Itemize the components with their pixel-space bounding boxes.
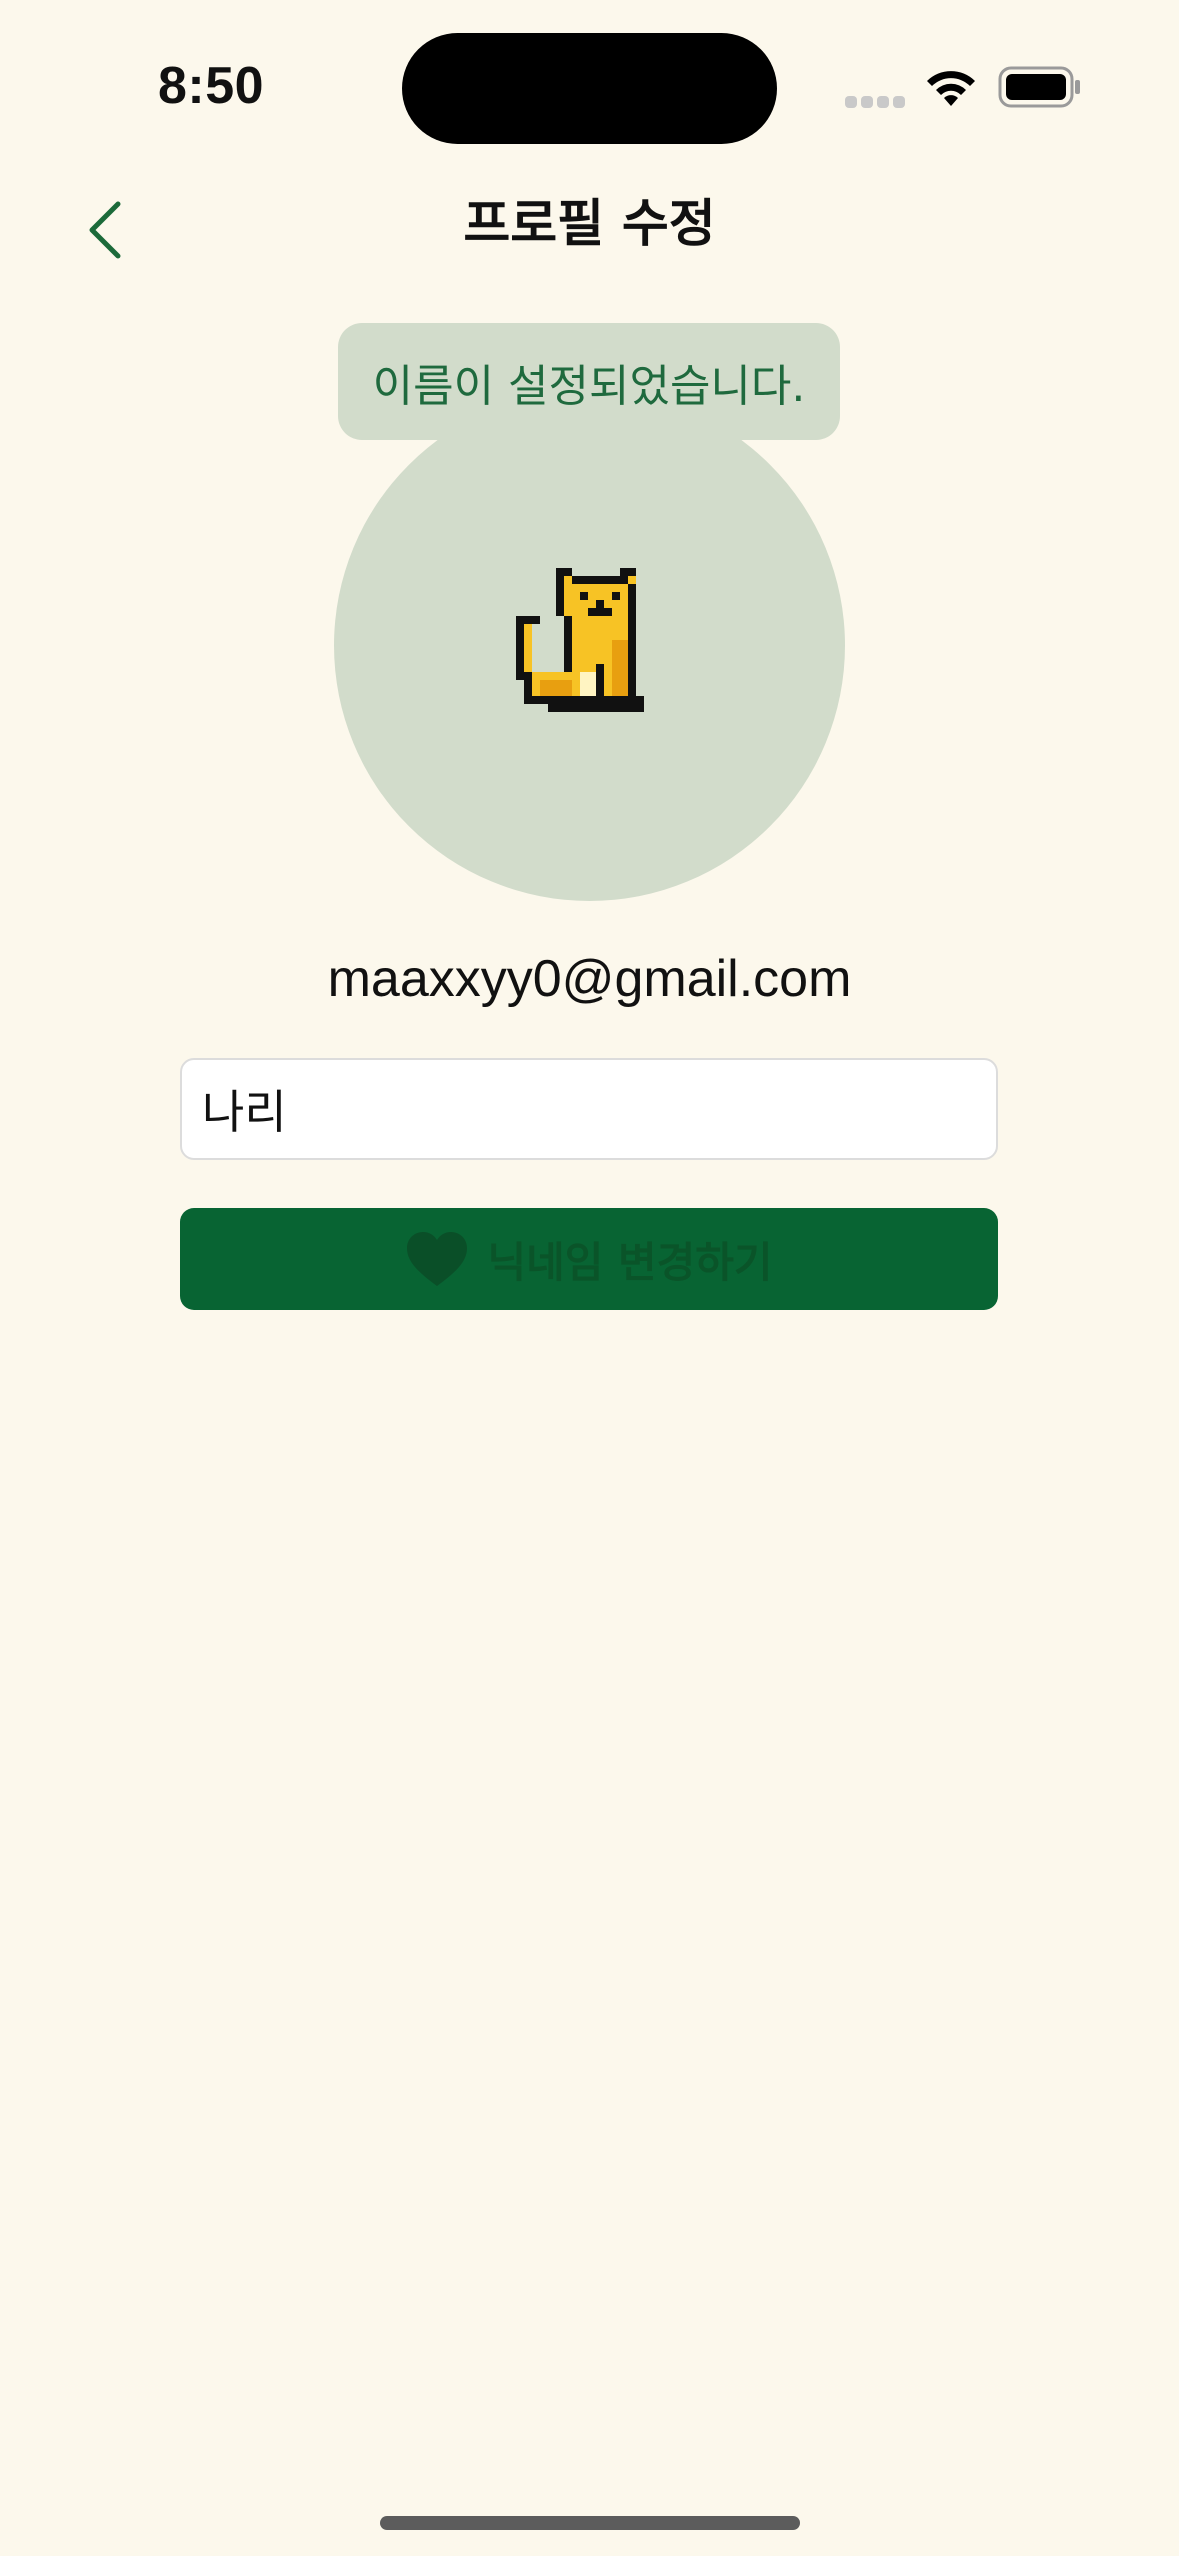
change-nickname-button[interactable]: 닉네임 변경하기: [180, 1208, 998, 1310]
heart-icon: [407, 1232, 468, 1286]
pixel-cat-icon: [516, 568, 644, 712]
battery-icon: [998, 66, 1080, 108]
signal-icon: [845, 96, 905, 108]
dynamic-island: [402, 33, 777, 144]
status-time: 8:50: [158, 57, 265, 115]
home-indicator[interactable]: [380, 2516, 800, 2530]
email-text: maaxxyy0@gmail.com: [327, 950, 852, 1008]
page-title: 프로필 수정: [463, 195, 716, 254]
change-nickname-label: 닉네임 변경하기: [487, 1237, 773, 1287]
toast-message: 이름이 설정되었습니다.: [338, 323, 840, 440]
name-input[interactable]: [180, 1058, 998, 1160]
wifi-icon: [927, 71, 975, 106]
